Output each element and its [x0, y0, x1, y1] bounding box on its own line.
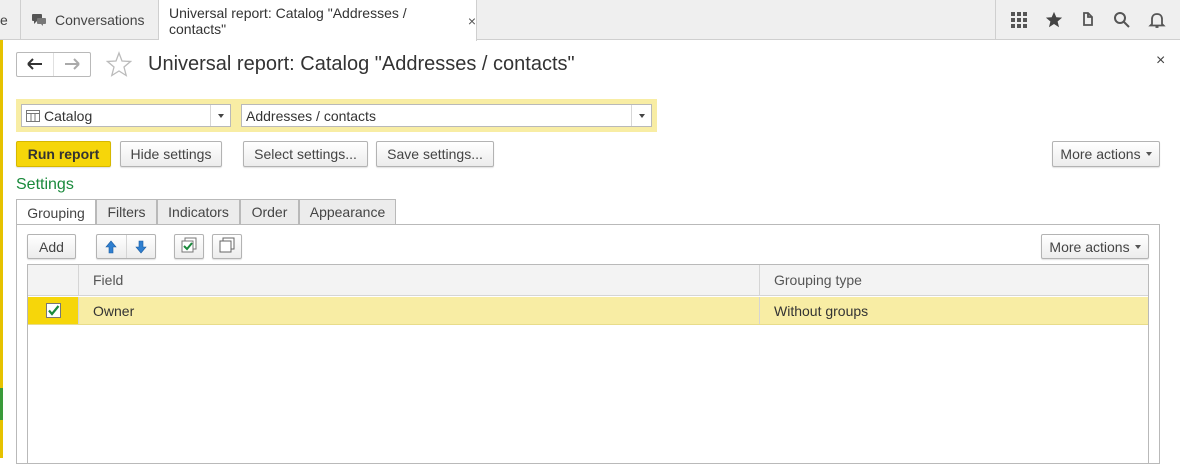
save-settings-button[interactable]: Save settings...: [376, 141, 494, 167]
move-up-icon[interactable]: [97, 235, 127, 258]
chevron-down-icon[interactable]: [631, 105, 651, 126]
tab-order[interactable]: Order: [240, 199, 299, 225]
catalog-type-value: Catalog: [44, 107, 93, 124]
table-header: Field Grouping type: [28, 265, 1148, 296]
star-icon[interactable]: [1044, 10, 1064, 30]
check-all-button[interactable]: [174, 234, 204, 259]
tab-close-icon[interactable]: ×: [468, 13, 476, 29]
conversations-icon: [31, 12, 47, 28]
bell-icon[interactable]: [1147, 10, 1167, 30]
grouping-table: Field Grouping type Owner Without groups: [27, 264, 1149, 464]
history-icon[interactable]: [1078, 10, 1098, 30]
tab-grouping[interactable]: Grouping: [16, 199, 96, 226]
uncheck-all-icon: [219, 237, 235, 256]
search-icon[interactable]: [1112, 10, 1132, 30]
arrow-left-icon: [27, 57, 43, 73]
left-green-marker: [0, 388, 3, 420]
forward-button[interactable]: [53, 53, 90, 76]
table-icon: [26, 109, 40, 122]
uncheck-all-button[interactable]: [212, 234, 242, 259]
favorite-star-icon[interactable]: [105, 51, 133, 77]
run-report-button[interactable]: Run report: [16, 141, 111, 167]
check-all-icon: [181, 237, 197, 256]
chevron-down-icon[interactable]: [210, 105, 230, 126]
tab-partial[interactable]: e: [0, 0, 21, 40]
move-buttons: [96, 234, 156, 259]
report-source-bar: Catalog Addresses / contacts: [16, 99, 657, 132]
top-icons: [995, 0, 1180, 40]
tab-partial-label: e: [0, 12, 8, 28]
row-grouping-type-value: Without groups: [774, 302, 869, 319]
column-divider: [78, 297, 79, 324]
catalog-type-select[interactable]: Catalog: [21, 104, 231, 127]
move-down-icon[interactable]: [127, 235, 156, 258]
panel-more-actions-label: More actions: [1049, 238, 1130, 255]
nav-buttons: [16, 52, 91, 77]
settings-title: Settings: [16, 176, 74, 193]
column-header-grouping-type[interactable]: Grouping type: [774, 265, 862, 295]
tab-filters[interactable]: Filters: [96, 199, 157, 225]
row-field-value: Owner: [93, 302, 135, 319]
table-row[interactable]: Owner Without groups: [28, 297, 1148, 325]
tab-universal-report-label: Universal report: Catalog "Addresses / c…: [169, 4, 407, 37]
back-button[interactable]: [17, 53, 53, 76]
row-checkbox[interactable]: [45, 303, 61, 318]
column-divider: [78, 265, 79, 295]
column-divider: [759, 297, 760, 324]
tab-universal-report[interactable]: Universal report: Catalog "Addresses / c…: [159, 0, 477, 41]
panel-more-actions-button[interactable]: More actions: [1041, 234, 1149, 259]
more-actions-label: More actions: [1060, 146, 1141, 162]
apps-grid-icon[interactable]: [1009, 10, 1029, 30]
select-settings-button[interactable]: Select settings...: [243, 141, 368, 167]
more-actions-button[interactable]: More actions: [1052, 141, 1160, 167]
arrow-right-icon: [64, 57, 80, 73]
hide-settings-button[interactable]: Hide settings: [120, 141, 222, 167]
close-form-icon[interactable]: ×: [1156, 52, 1165, 70]
tab-conversations-label: Conversations: [55, 12, 145, 28]
catalog-object-select[interactable]: Addresses / contacts: [241, 104, 652, 127]
row-checkbox-cell[interactable]: [28, 297, 78, 324]
tab-conversations[interactable]: Conversations: [21, 0, 159, 40]
column-header-field[interactable]: Field: [93, 265, 123, 295]
column-divider: [759, 265, 760, 295]
top-tab-bar: e Conversations Universal report: Catalo…: [0, 0, 1180, 41]
catalog-object-value: Addresses / contacts: [246, 107, 376, 124]
tab-appearance[interactable]: Appearance: [299, 199, 396, 225]
tab-indicators[interactable]: Indicators: [157, 199, 240, 225]
page-title: Universal report: Catalog "Addresses / c…: [148, 53, 575, 75]
add-button[interactable]: Add: [27, 234, 76, 259]
